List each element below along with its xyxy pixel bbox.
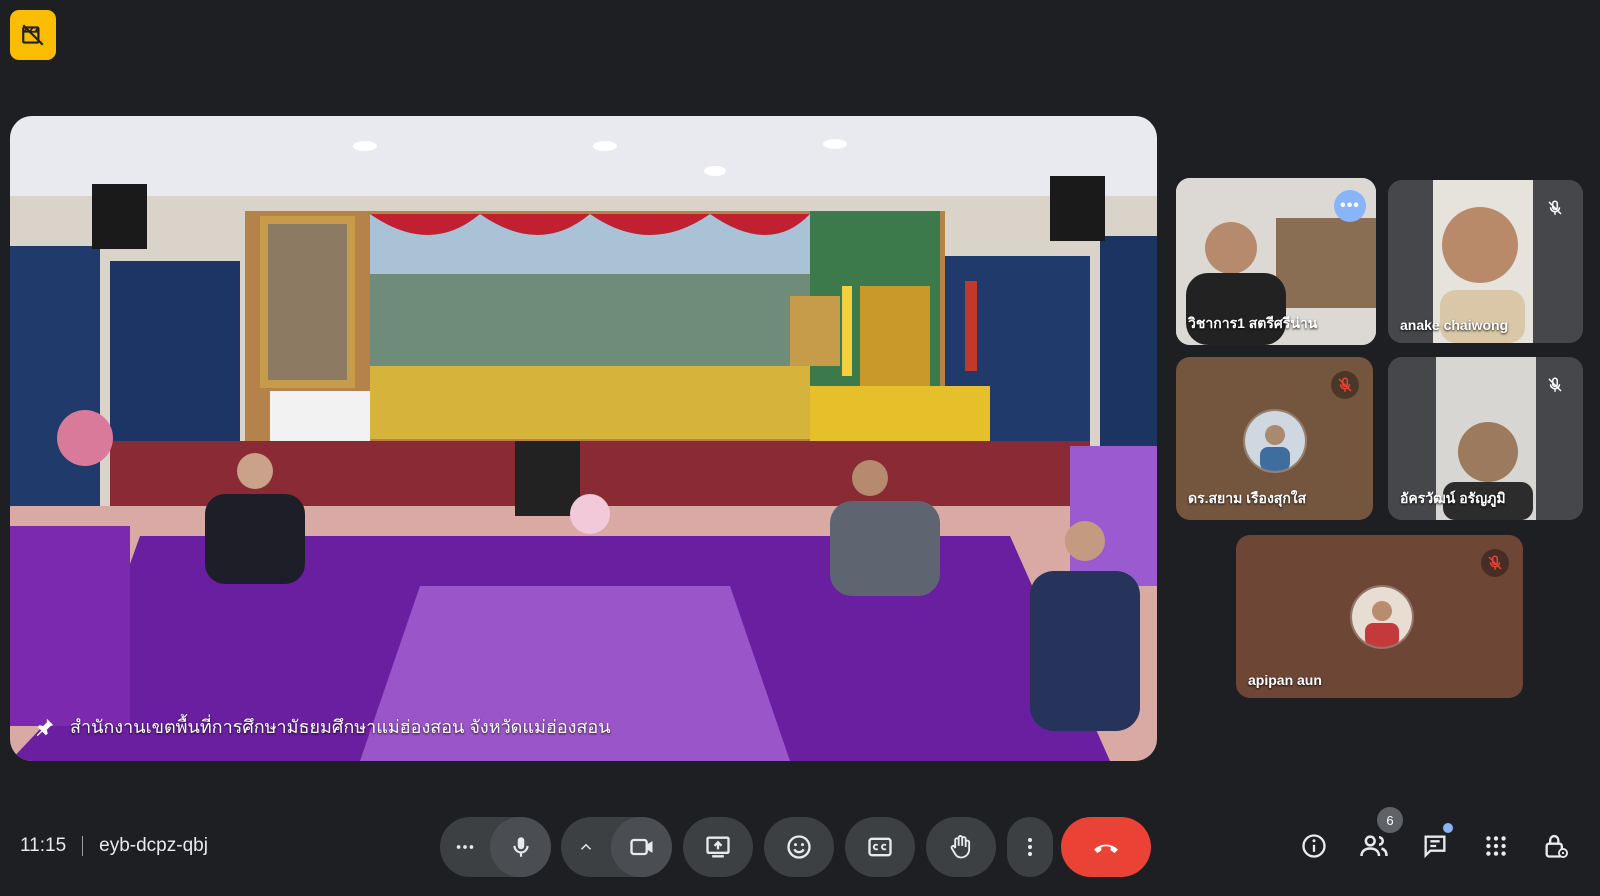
- presenter-name: สำนักงานเขตพื้นที่การศึกษามัธยมศึกษาแม่ฮ…: [70, 717, 611, 737]
- raise-hand-button[interactable]: [926, 817, 996, 877]
- people-icon: [1360, 835, 1388, 857]
- audio-options-button[interactable]: [440, 817, 490, 877]
- host-controls-button[interactable]: [1534, 824, 1578, 868]
- participant-name: apipan aun: [1248, 672, 1322, 688]
- divider: [82, 836, 84, 856]
- chat-icon: [1424, 835, 1446, 859]
- mic-off-indicator: [1541, 371, 1569, 399]
- people-button[interactable]: [1352, 824, 1396, 868]
- meeting-details-button[interactable]: [1292, 824, 1336, 868]
- main-video-label: สำนักงานเขตพื้นที่การศึกษามัธยมศึกษาแม่ฮ…: [34, 712, 611, 741]
- mic-off-icon: [1488, 555, 1502, 570]
- captions-button[interactable]: [845, 817, 915, 877]
- info-icon: [1302, 834, 1326, 858]
- participant-tile-1[interactable]: ••• วิชาการ1 สตรีศรีน่าน: [1176, 178, 1376, 345]
- no-recording-icon: [22, 24, 44, 46]
- camera-control-group: [561, 817, 672, 877]
- participant-tile-5[interactable]: apipan aun: [1236, 535, 1523, 698]
- camera-icon: [629, 838, 652, 856]
- mic-icon: [512, 837, 529, 857]
- more-options-button[interactable]: •••: [1334, 190, 1366, 222]
- clock-time: 11:15: [20, 835, 67, 856]
- participant-name: anake chaiwong: [1400, 317, 1509, 333]
- mic-off-icon: [1338, 377, 1352, 392]
- apps-icon: [1486, 836, 1506, 856]
- participant-tile-2[interactable]: anake chaiwong: [1388, 180, 1583, 343]
- main-video-tile[interactable]: สำนักงานเขตพื้นที่การศึกษามัธยมศึกษาแม่ฮ…: [10, 116, 1157, 761]
- host-lock-icon: [1545, 834, 1569, 859]
- chevron-up-icon: [580, 843, 592, 850]
- participant-tile-3[interactable]: ดร.สยาม เรืองสุกใส: [1176, 357, 1373, 520]
- participant-tile-4[interactable]: อัครวัฒน์ อรัญภูมิ: [1388, 357, 1583, 520]
- emoji-icon: [787, 835, 811, 859]
- captions-icon: [868, 837, 892, 857]
- camera-button[interactable]: [611, 817, 672, 877]
- reactions-button[interactable]: [764, 817, 834, 877]
- mic-button[interactable]: [490, 817, 551, 877]
- mic-off-indicator: [1541, 194, 1569, 222]
- hand-icon: [950, 835, 971, 859]
- mic-control-group: [440, 817, 551, 877]
- more-horiz-icon: [456, 845, 474, 849]
- present-icon: [706, 836, 730, 858]
- more-vert-icon: [1028, 838, 1032, 856]
- more-options-button[interactable]: [1007, 817, 1053, 877]
- participant-name: วิชาการ1 สตรีศรีน่าน: [1188, 315, 1318, 331]
- participant-name: อัครวัฒน์ อรัญภูมิ: [1400, 490, 1506, 506]
- present-button[interactable]: [683, 817, 753, 877]
- mic-off-icon: [1548, 377, 1562, 392]
- mic-off-indicator: [1331, 371, 1359, 399]
- chat-button[interactable]: [1413, 824, 1457, 868]
- mic-off-icon: [1548, 200, 1562, 215]
- participant-name: ดร.สยาม เรืองสุกใส: [1188, 490, 1307, 506]
- conference-room-video: [10, 116, 1157, 761]
- avatar: [1243, 409, 1307, 473]
- meeting-info: 11:15 eyb-dcpz-qbj: [20, 835, 208, 857]
- mic-off-indicator: [1481, 549, 1509, 577]
- video-options-button[interactable]: [561, 817, 611, 877]
- pin-icon[interactable]: [34, 716, 56, 738]
- meeting-code: eyb-dcpz-qbj: [99, 835, 208, 856]
- avatar: [1350, 585, 1414, 649]
- end-call-icon: [1094, 844, 1118, 853]
- recording-off-badge[interactable]: [10, 10, 56, 60]
- leave-call-button[interactable]: [1061, 817, 1151, 877]
- activities-button[interactable]: [1474, 824, 1518, 868]
